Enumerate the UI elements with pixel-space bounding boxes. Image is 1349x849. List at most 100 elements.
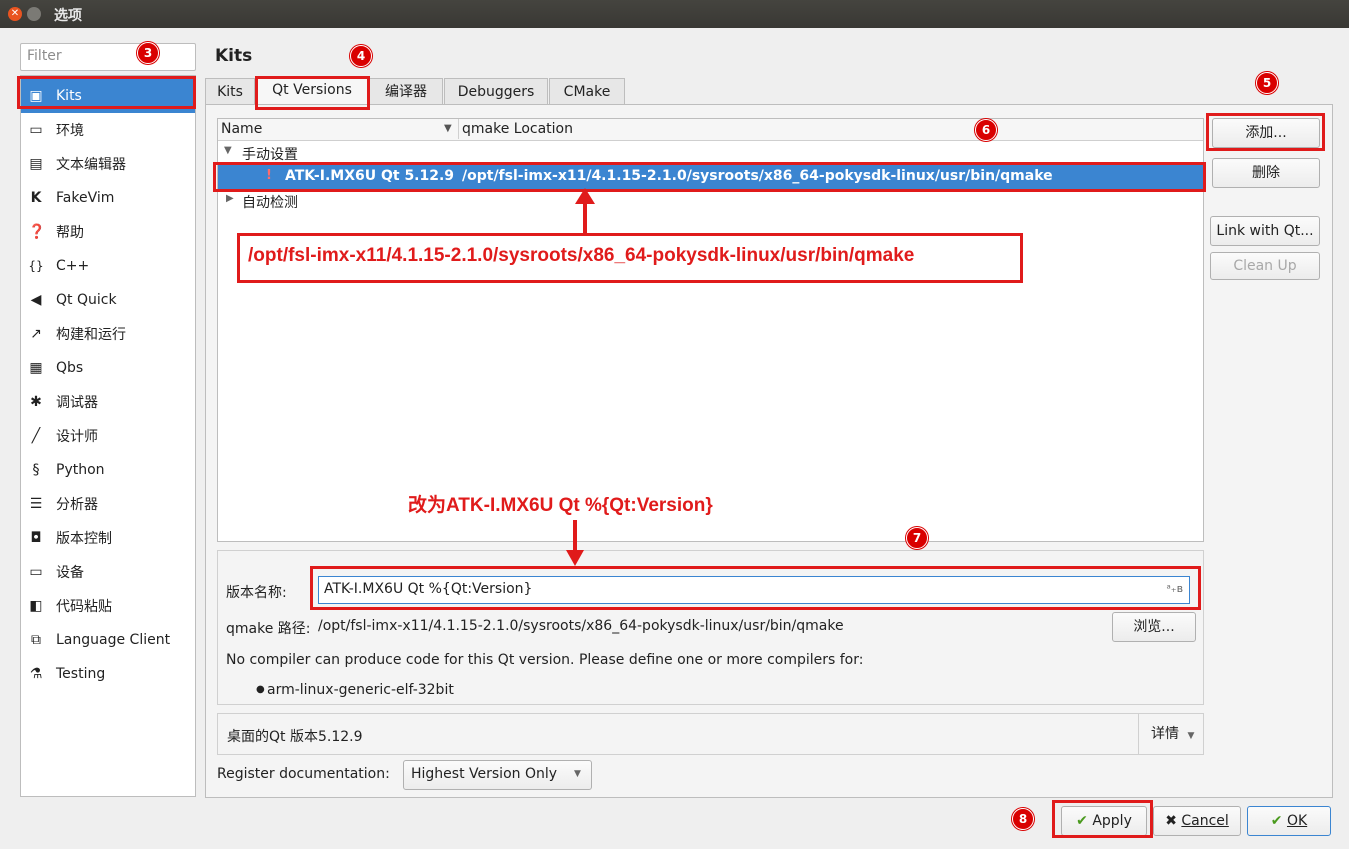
annotation-box-row: [213, 162, 1206, 192]
annotation-box-qt-versions-tab: [255, 76, 370, 110]
sidebar-item-label: 文本编辑器: [56, 157, 126, 173]
column-header-location[interactable]: qmake Location: [458, 119, 573, 139]
window-title: 选项: [54, 8, 82, 24]
badge-8: 8: [1012, 808, 1034, 830]
clean-up-button: Clean Up: [1210, 252, 1320, 280]
sidebar-item-label: 调试器: [56, 395, 98, 411]
sidebar-item-label: 代码粘贴: [56, 599, 112, 615]
filter-input[interactable]: Filter: [20, 43, 196, 71]
version-control-icon: ◘: [30, 530, 42, 546]
sidebar-item-label: 设备: [56, 565, 84, 581]
sidebar-item-text-editor[interactable]: ▤ 文本编辑器: [21, 147, 195, 181]
badge-4: 4: [350, 45, 372, 67]
window-titlebar: ✕ 选项: [0, 0, 1349, 28]
register-doc-combo[interactable]: Highest Version Only ▼: [403, 760, 592, 790]
qtquick-icon: ◀: [30, 292, 42, 308]
path-callout-text: /opt/fsl-imx-x11/4.1.15-2.1.0/sysroots/x…: [248, 245, 915, 266]
sidebar-item-label: Language Client: [56, 632, 171, 648]
version-name-label: 版本名称:: [226, 585, 287, 601]
badge-6: 6: [975, 119, 997, 141]
register-doc-label: Register documentation:: [217, 766, 390, 782]
tab-kits[interactable]: Kits: [205, 78, 255, 105]
minimize-icon[interactable]: [27, 7, 41, 21]
pen-icon: ╱: [31, 428, 41, 444]
sidebar-item-debugger[interactable]: ✱ 调试器: [21, 385, 195, 419]
annotation-box-name-input: [310, 566, 1201, 610]
desktop-version-text: 桌面的Qt 版本5.12.9: [227, 729, 363, 745]
annotation-box-apply: [1052, 800, 1153, 838]
sidebar-item-build-run[interactable]: ↗ 构建和运行: [21, 317, 195, 351]
sidebar-item-help[interactable]: ❓ 帮助: [21, 215, 195, 249]
sidebar-item-label: 设计师: [56, 429, 98, 445]
sidebar-item-analyzer[interactable]: ☰ 分析器: [21, 487, 195, 521]
qmake-path-label: qmake 路径:: [226, 621, 311, 637]
ok-label: OK: [1286, 813, 1308, 829]
details-label: 详情: [1151, 726, 1179, 742]
tab-cmake[interactable]: CMake: [549, 78, 625, 105]
sidebar-item-python[interactable]: § Python: [21, 453, 195, 487]
python-icon: §: [32, 462, 40, 478]
cancel-button[interactable]: ✖ Cancel: [1153, 806, 1241, 836]
page-title: Kits: [215, 46, 253, 66]
qbs-icon: ▦: [29, 360, 43, 376]
sidebar-item-testing[interactable]: ⚗ Testing: [21, 657, 195, 691]
cancel-icon: ✖: [1165, 813, 1177, 829]
qmake-path-value: /opt/fsl-imx-x11/4.1.15-2.1.0/sysroots/x…: [318, 618, 844, 634]
sidebar: ▣ Kits ▭ 环境 ▤ 文本编辑器 K FakeVim ❓ 帮助 {} C++ ◀ Qt …: [20, 75, 196, 797]
sidebar-item-label: 版本控制: [56, 531, 112, 547]
sidebar-item-label: Testing: [56, 666, 106, 682]
tab-compilers[interactable]: 编译器: [369, 78, 443, 105]
column-header-name[interactable]: Name: [221, 121, 262, 137]
group-label: 手动设置: [242, 147, 298, 163]
bug-icon: ✱: [30, 394, 42, 410]
sidebar-item-version-control[interactable]: ◘ 版本控制: [21, 521, 195, 555]
sidebar-item-language-client[interactable]: ⧉ Language Client: [21, 623, 195, 657]
testing-icon: ⚗: [29, 666, 43, 682]
annotation-path-callout: /opt/fsl-imx-x11/4.1.15-2.1.0/sysroots/x…: [237, 233, 1023, 283]
sidebar-item-label: 帮助: [56, 225, 84, 241]
sidebar-item-label: 分析器: [56, 497, 98, 513]
braces-icon: {}: [28, 259, 44, 273]
badge-3: 3: [137, 42, 159, 64]
remove-button[interactable]: 删除: [1212, 158, 1320, 188]
tab-debuggers[interactable]: Debuggers: [444, 78, 548, 105]
language-client-icon: ⧉: [31, 632, 41, 648]
arrow-up-icon: [575, 188, 595, 236]
fakevim-icon: K: [30, 190, 42, 206]
tree-group-auto[interactable]: ▶ 自动检测: [218, 190, 1203, 214]
sidebar-item-label: 构建和运行: [56, 327, 126, 343]
help-icon: ❓: [28, 224, 46, 240]
link-with-qt-button[interactable]: Link with Qt...: [1210, 216, 1320, 246]
arrow-down-icon: [566, 520, 584, 566]
sidebar-item-fakevim[interactable]: K FakeVim: [21, 181, 195, 215]
details-toggle[interactable]: 详情 ▼: [1138, 714, 1204, 754]
desktop-info-bar: 桌面的Qt 版本5.12.9 详情 ▼: [217, 713, 1204, 755]
close-icon[interactable]: ✕: [8, 7, 22, 21]
tree-header: Name ▼ qmake Location: [218, 119, 1203, 141]
hammer-icon: ↗: [30, 326, 42, 342]
chevron-down-icon: ▼: [574, 769, 581, 779]
abi-item: arm-linux-generic-elf-32bit: [267, 682, 454, 698]
cancel-label: Cancel: [1181, 813, 1229, 829]
collapse-arrow-icon[interactable]: ▶: [226, 193, 234, 204]
clipboard-icon: ◧: [29, 598, 43, 614]
sidebar-item-label: 环境: [56, 123, 84, 139]
device-icon: ▭: [29, 564, 43, 580]
sidebar-item-qtquick[interactable]: ◀ Qt Quick: [21, 283, 195, 317]
sidebar-item-designer[interactable]: ╱ 设计师: [21, 419, 195, 453]
annotation-box-add: [1206, 113, 1325, 151]
analyzer-icon: ☰: [29, 496, 43, 512]
sidebar-item-label: FakeVim: [56, 190, 115, 206]
compiler-warning: No compiler can produce code for this Qt…: [226, 652, 864, 668]
expand-arrow-icon[interactable]: ▼: [224, 145, 232, 156]
sidebar-item-devices[interactable]: ▭ 设备: [21, 555, 195, 589]
register-doc-value: Highest Version Only: [411, 766, 558, 782]
sidebar-item-qbs[interactable]: ▦ Qbs: [21, 351, 195, 385]
sidebar-item-label: Qt Quick: [56, 292, 117, 308]
ok-button[interactable]: ✔ OK: [1247, 806, 1331, 836]
browse-button[interactable]: 浏览...: [1112, 612, 1196, 642]
sidebar-item-code-paste[interactable]: ◧ 代码粘贴: [21, 589, 195, 623]
group-label: 自动检测: [242, 195, 298, 211]
sidebar-item-cpp[interactable]: {} C++: [21, 249, 195, 283]
sidebar-item-environment[interactable]: ▭ 环境: [21, 113, 195, 147]
